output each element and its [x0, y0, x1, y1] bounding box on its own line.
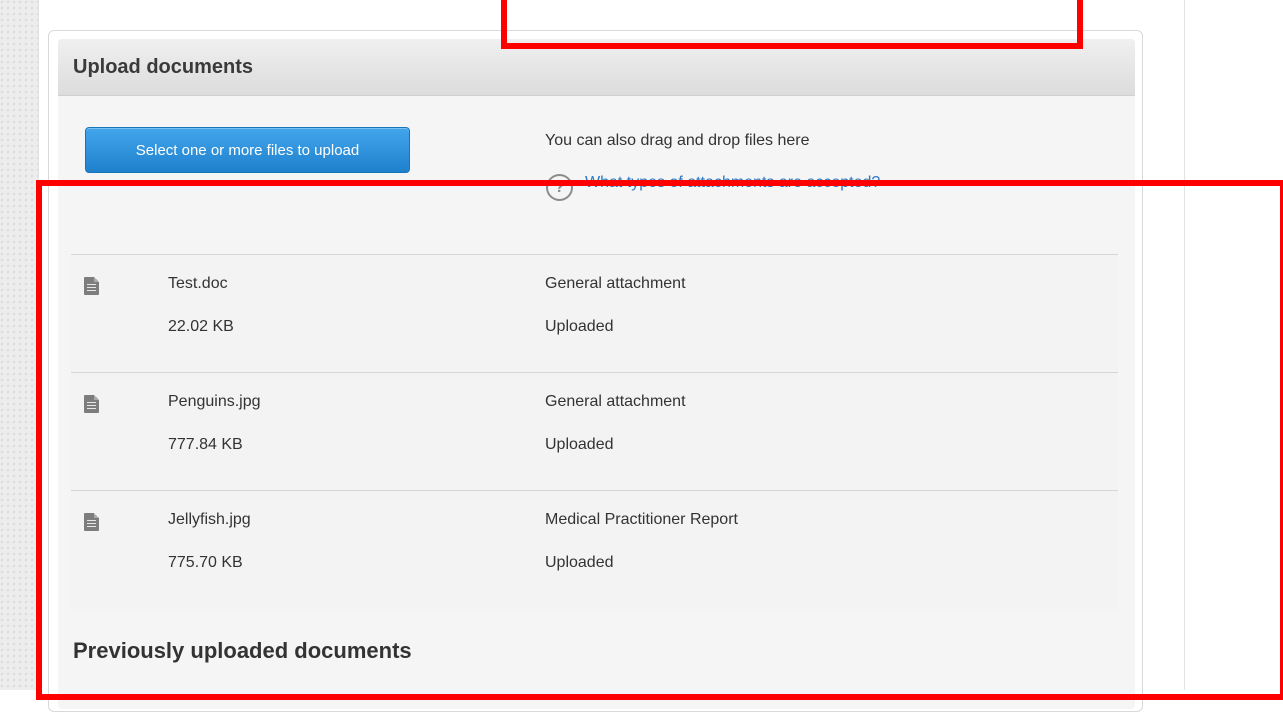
drag-drop-hint: You can also drag and drop files here [545, 132, 810, 149]
left-background-texture [0, 0, 39, 690]
select-files-button[interactable]: Select one or more files to upload [85, 127, 410, 173]
highlight-box-top [501, 0, 1083, 49]
highlight-box-main [36, 180, 1283, 700]
panel-title: Upload documents [73, 56, 254, 78]
